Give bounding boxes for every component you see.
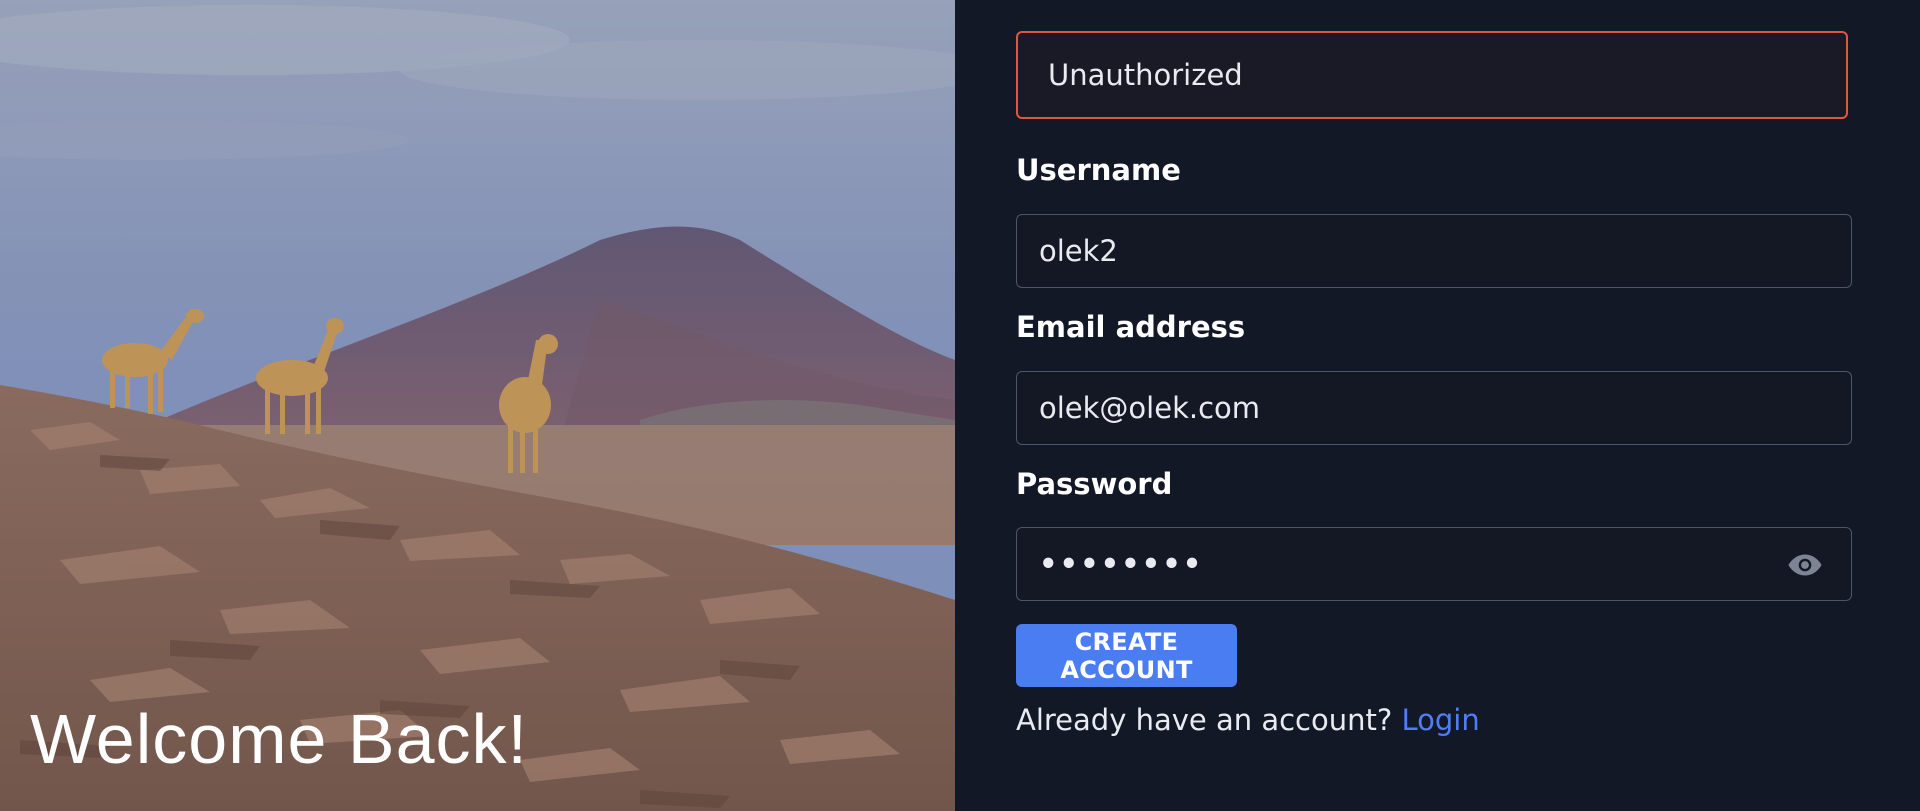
password-field[interactable]: •••••••• [1016, 527, 1852, 601]
login-prompt-text: Already have an account? [1016, 703, 1393, 737]
email-value: olek@olek.com [1039, 391, 1261, 425]
error-alert-text: Unauthorized [1048, 58, 1243, 92]
email-field[interactable]: olek@olek.com [1016, 371, 1852, 445]
welcome-heading: Welcome Back! [30, 700, 528, 778]
hero-image-panel: Welcome Back! [0, 0, 955, 811]
password-value: •••••••• [1039, 547, 1204, 581]
error-alert: Unauthorized [1016, 31, 1848, 119]
password-label: Password [1016, 467, 1173, 501]
username-value: olek2 [1039, 234, 1118, 268]
username-label: Username [1016, 153, 1181, 187]
landscape-image [0, 0, 955, 811]
login-link[interactable]: Login [1401, 703, 1479, 737]
login-prompt: Already have an account? Login [1016, 703, 1480, 737]
username-field[interactable]: olek2 [1016, 214, 1852, 288]
create-account-button[interactable]: CREATE ACCOUNT [1016, 624, 1237, 687]
email-label: Email address [1016, 310, 1246, 344]
signup-form-panel: Unauthorized Username olek2 Email addres… [955, 0, 1920, 811]
eye-icon[interactable] [1787, 550, 1823, 580]
